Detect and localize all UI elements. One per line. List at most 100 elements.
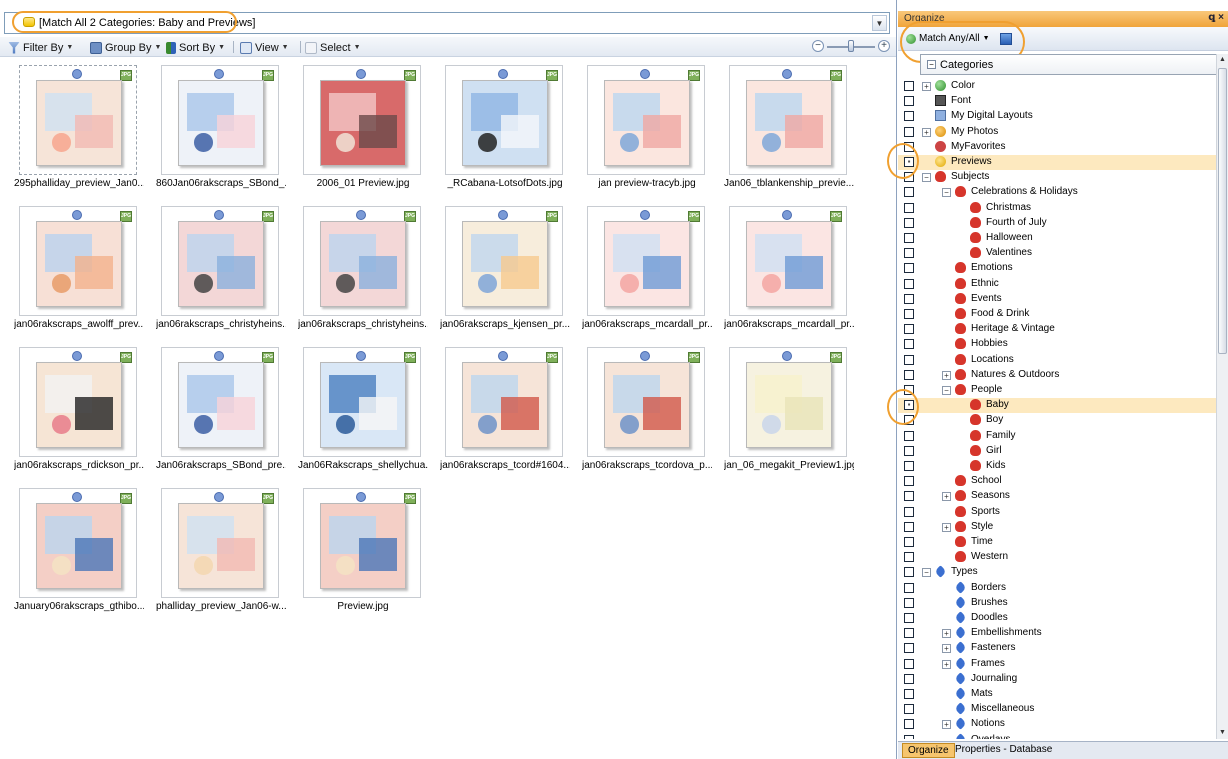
category-checkbox[interactable]	[904, 96, 914, 107]
thumbnail-item[interactable]: JPG jan06rakscraps_mcardall_pr...	[582, 206, 724, 334]
tree-scrollbar[interactable]: ▲ ▼	[1216, 54, 1228, 739]
category-checkbox[interactable]	[904, 202, 914, 213]
category-checkbox[interactable]	[904, 552, 914, 563]
tree-item-kids[interactable]: Kids	[898, 459, 1216, 474]
thumbnail-item[interactable]: JPG jan06rakscraps_mcardall_pr...	[724, 206, 866, 334]
tree-item-style[interactable]: + Style	[898, 520, 1216, 535]
thumbnail-frame[interactable]: JPG	[729, 206, 847, 316]
collapse-icon[interactable]: −	[942, 386, 951, 395]
scrollbar-thumb[interactable]	[1218, 68, 1227, 354]
tree-item-color[interactable]: + Color	[898, 79, 1216, 94]
thumbnail-item[interactable]: JPG 2006_01 Preview.jpg	[298, 65, 440, 193]
thumbnail-frame[interactable]: JPG	[19, 347, 137, 457]
thumbnail-frame[interactable]: JPG	[303, 488, 421, 598]
tree-item-fasteners[interactable]: + Fasteners	[898, 641, 1216, 656]
category-checkbox[interactable]	[904, 339, 914, 350]
thumbnail-item[interactable]: JPG jan06rakscraps_tcordova_p...	[582, 347, 724, 475]
thumbnail-item[interactable]: JPG jan06rakscraps_christyheins...	[156, 206, 298, 334]
tree-item-school[interactable]: School	[898, 474, 1216, 489]
collapse-icon[interactable]: −	[927, 60, 936, 69]
category-checkbox[interactable]	[904, 506, 914, 517]
thumbnail-item[interactable]: JPG Jan06_tblankenship_previe...	[724, 65, 866, 193]
thumbnail-item[interactable]: JPG _RCabana-LotsofDots.jpg	[440, 65, 582, 193]
thumbnail-frame[interactable]: JPG	[445, 347, 563, 457]
thumbnail-frame[interactable]: JPG	[303, 347, 421, 457]
tab-properties-database[interactable]: Properties - Database	[950, 743, 1057, 758]
filter-by-button[interactable]: Filter By ▼	[8, 40, 73, 55]
thumbnail-item[interactable]: JPG January06rakscraps_gthibo...	[14, 488, 156, 616]
category-checkbox[interactable]	[904, 385, 914, 395]
tree-item-my-photos[interactable]: + My Photos	[898, 125, 1216, 140]
expand-icon[interactable]: +	[942, 720, 951, 730]
tree-item-my-digital-layouts[interactable]: My Digital Layouts	[898, 109, 1216, 124]
view-button[interactable]: View ▼	[240, 40, 289, 55]
tree-item-seasons[interactable]: + Seasons	[898, 489, 1216, 504]
category-checkbox[interactable]	[904, 430, 914, 441]
tree-item-embellishments[interactable]: + Embellishments	[898, 626, 1216, 641]
thumbnail-frame[interactable]: JPG	[729, 347, 847, 457]
tree-item-hobbies[interactable]: Hobbies	[898, 337, 1216, 352]
category-checkbox[interactable]	[904, 704, 914, 715]
category-checkbox[interactable]: ▪	[904, 400, 914, 411]
expand-icon[interactable]: +	[922, 82, 931, 91]
thumbnail-frame[interactable]: JPG	[19, 488, 137, 598]
tree-item-frames[interactable]: + Frames	[898, 656, 1216, 672]
tree-item-events[interactable]: Events	[898, 292, 1216, 307]
tree-item-family[interactable]: Family	[898, 429, 1216, 444]
tree-item-types[interactable]: − Types	[898, 565, 1216, 580]
category-checkbox[interactable]	[904, 582, 914, 593]
category-checkbox[interactable]	[904, 187, 914, 198]
collapse-icon[interactable]: −	[922, 568, 931, 578]
category-checkbox[interactable]	[904, 248, 914, 259]
thumbnail-item[interactable]: JPG jan06rakscraps_kjensen_pr...	[440, 206, 582, 334]
tree-item-locations[interactable]: Locations	[898, 353, 1216, 368]
category-checkbox[interactable]	[904, 628, 914, 639]
category-checkbox[interactable]	[904, 278, 914, 289]
sort-by-button[interactable]: Sort By ▼	[166, 40, 225, 55]
category-checkbox[interactable]	[904, 141, 914, 152]
thumbnail-item[interactable]: JPG Jan06rakscraps_SBond_pre...	[156, 347, 298, 475]
scroll-down-icon[interactable]: ▼	[1217, 727, 1228, 739]
tree-item-christmas[interactable]: Christmas	[898, 201, 1216, 216]
thumbnail-item[interactable]: JPG Jan06Rakscraps_shellychua...	[298, 347, 440, 475]
chevron-down-icon[interactable]: ▼	[872, 15, 887, 31]
thumbnail-frame[interactable]: JPG	[161, 65, 279, 175]
thumbnail-frame[interactable]: JPG	[19, 65, 137, 175]
thumbnail-frame[interactable]: JPG	[161, 347, 279, 457]
thumbnail-item[interactable]: JPG jan06rakscraps_christyheins...	[298, 206, 440, 334]
tree-item-miscellaneous[interactable]: Miscellaneous	[898, 702, 1216, 717]
thumbnail-item[interactable]: JPG 295phalliday_preview_Jan0...	[14, 65, 156, 193]
category-checkbox[interactable]	[904, 521, 914, 532]
tree-item-doodles[interactable]: Doodles	[898, 611, 1216, 626]
tree-item-notions[interactable]: + Notions	[898, 717, 1216, 732]
category-checkbox[interactable]: ▪	[904, 157, 914, 167]
tree-item-food-drink[interactable]: Food & Drink	[898, 307, 1216, 322]
expand-icon[interactable]: +	[942, 629, 951, 639]
expand-icon[interactable]: +	[942, 370, 951, 380]
category-checkbox[interactable]	[904, 567, 914, 578]
scroll-up-icon[interactable]: ▲	[1217, 54, 1228, 66]
category-checkbox[interactable]	[904, 233, 914, 243]
category-checkbox[interactable]	[904, 81, 914, 91]
category-checkbox[interactable]	[904, 643, 914, 654]
category-checkbox[interactable]	[904, 415, 914, 426]
book-icon[interactable]	[1000, 33, 1012, 45]
thumbnail-item[interactable]: JPG jan preview-tracyb.jpg	[582, 65, 724, 193]
zoom-out-icon[interactable]: −	[812, 40, 824, 52]
thumbnail-item[interactable]: JPG Preview.jpg	[298, 488, 440, 616]
thumbnail-frame[interactable]: JPG	[587, 206, 705, 316]
expand-icon[interactable]: +	[922, 127, 931, 137]
categories-header[interactable]: − Categories	[920, 54, 1217, 75]
thumbnail-item[interactable]: JPG jan06rakscraps_rdickson_pr...	[14, 347, 156, 475]
thumbnail-item[interactable]: JPG 860Jan06rakscraps_SBond_...	[156, 65, 298, 193]
tree-item-girl[interactable]: Girl	[898, 444, 1216, 459]
tree-item-journaling[interactable]: Journaling	[898, 672, 1216, 687]
collapse-icon[interactable]: −	[922, 173, 931, 183]
category-checkbox[interactable]	[904, 111, 914, 122]
tree-item-halloween[interactable]: Halloween	[898, 231, 1216, 246]
category-checkbox[interactable]	[904, 263, 914, 274]
category-checkbox[interactable]	[904, 354, 914, 365]
category-checkbox[interactable]	[904, 537, 914, 547]
tree-item-previews[interactable]: ▪ Previews	[898, 155, 1216, 170]
tree-item-people[interactable]: − People	[898, 383, 1216, 398]
